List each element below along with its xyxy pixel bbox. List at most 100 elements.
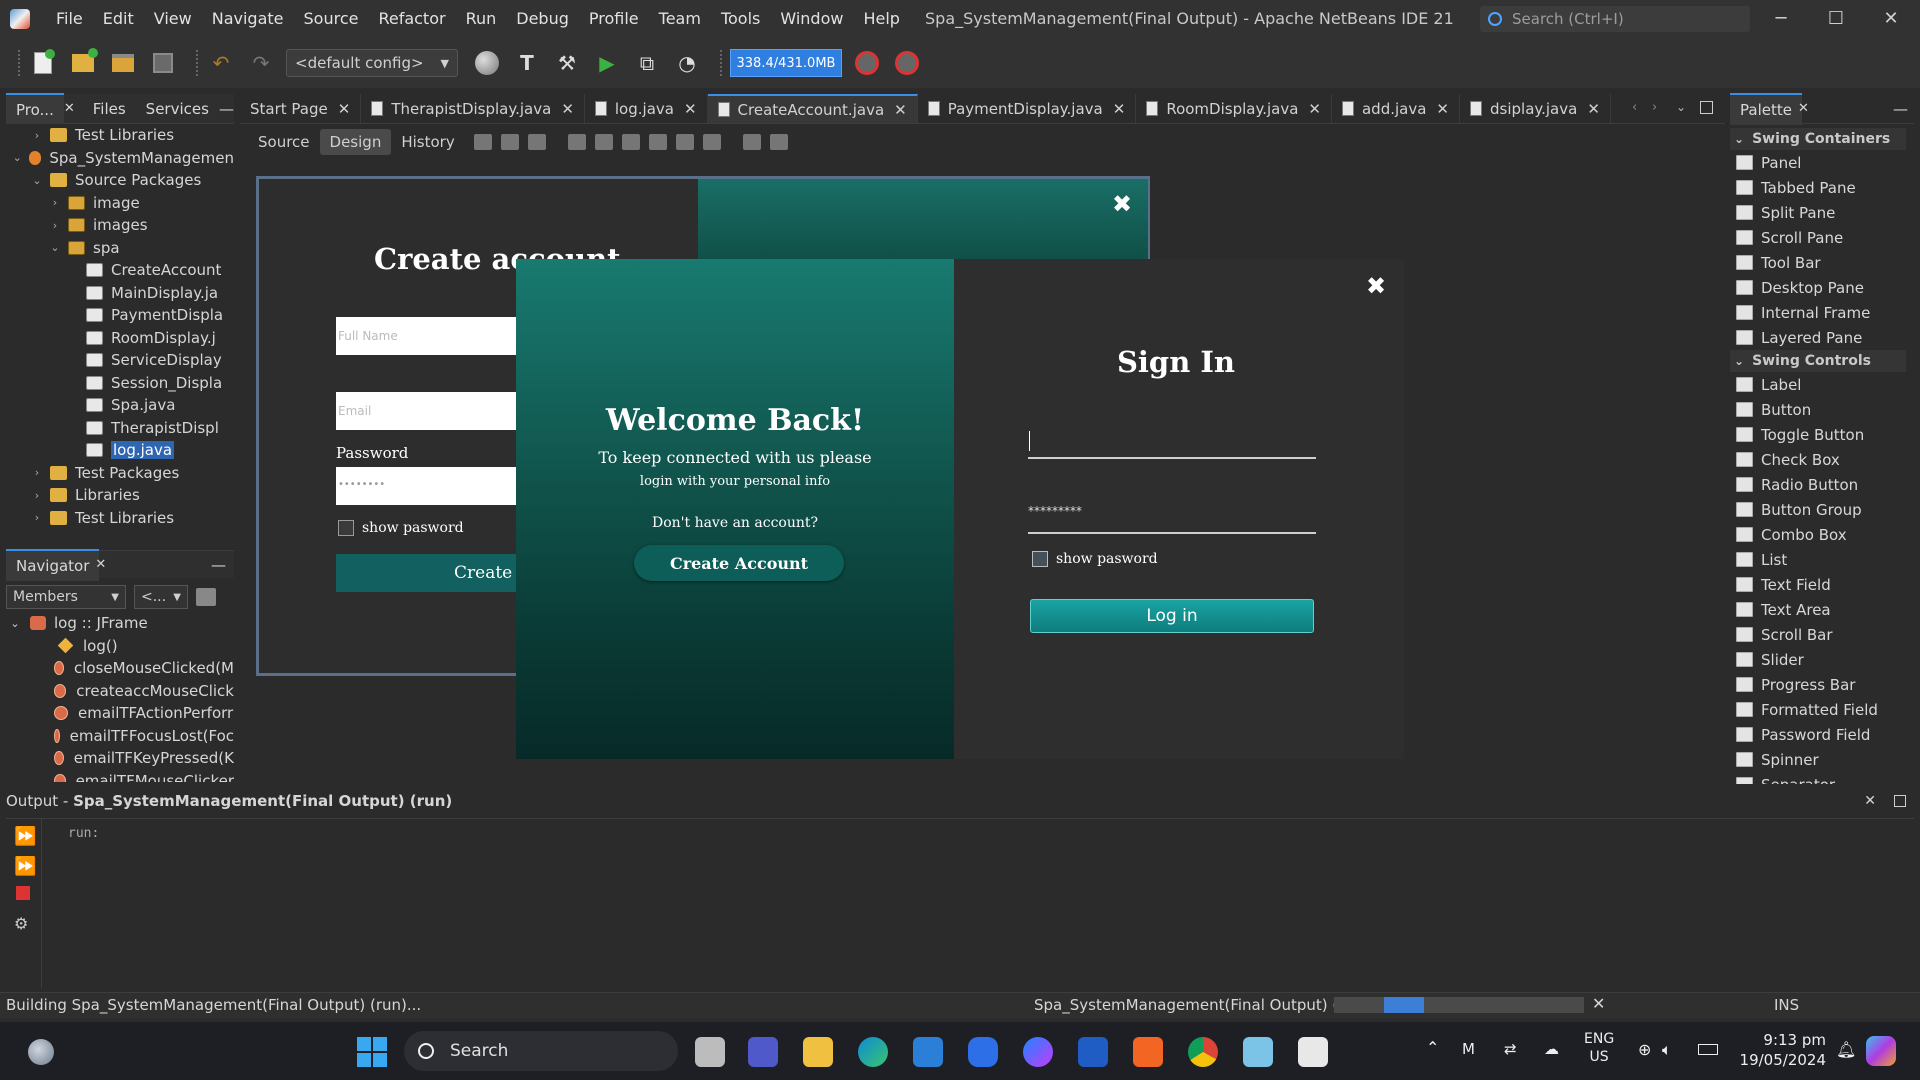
chevron-right-icon[interactable]: › bbox=[30, 489, 44, 502]
edge-icon[interactable] bbox=[858, 1037, 888, 1067]
navigator-member[interactable]: emailTFKeyPressed(K bbox=[6, 747, 234, 770]
palette-item[interactable]: Toggle Button bbox=[1730, 422, 1906, 447]
chevron-right-icon[interactable]: › bbox=[48, 219, 62, 232]
palette-item[interactable]: Button Group bbox=[1730, 497, 1906, 522]
new-file-button[interactable] bbox=[28, 48, 58, 78]
undo-button[interactable]: ↶ bbox=[206, 48, 236, 78]
chevron-right-icon[interactable]: › bbox=[30, 511, 44, 524]
close-icon[interactable]: ✕ bbox=[1436, 100, 1449, 118]
close-icon[interactable]: ✕ bbox=[1308, 100, 1321, 118]
palette-item[interactable]: Scroll Bar bbox=[1730, 622, 1906, 647]
palette-item[interactable]: Internal Frame bbox=[1730, 300, 1906, 325]
align-middle-icon[interactable] bbox=[702, 134, 721, 150]
align-top-icon[interactable] bbox=[648, 134, 667, 150]
tree-item[interactable]: ⌄ Source Packages bbox=[6, 169, 234, 192]
notification-icon[interactable]: 🔔︎ bbox=[1836, 1040, 1856, 1059]
tree-item[interactable]: TherapistDispl bbox=[6, 417, 234, 440]
messenger-icon[interactable] bbox=[1023, 1037, 1053, 1067]
menu-run[interactable]: Run bbox=[456, 0, 507, 38]
login-button[interactable]: Log in bbox=[1030, 599, 1314, 633]
editor-tab[interactable]: Start Page ✕ bbox=[240, 94, 362, 123]
save-all-button[interactable] bbox=[148, 48, 178, 78]
rerun-different-icon[interactable]: ⏩ bbox=[14, 856, 36, 877]
palette-item[interactable]: Formatted Field bbox=[1730, 697, 1906, 722]
preview-icon[interactable] bbox=[527, 134, 546, 150]
tray-app-icon[interactable]: Ⅿ bbox=[1462, 1040, 1475, 1058]
tab-services[interactable]: Services bbox=[136, 94, 219, 124]
palette-item[interactable]: Panel bbox=[1730, 150, 1906, 175]
palette-item[interactable]: Scroll Pane bbox=[1730, 225, 1906, 250]
xampp-icon[interactable] bbox=[1133, 1037, 1163, 1067]
windows-start-icon[interactable] bbox=[357, 1037, 387, 1067]
profile-button[interactable]: ◔ bbox=[672, 48, 702, 78]
chat-app-icon[interactable] bbox=[968, 1037, 998, 1067]
tab-files[interactable]: Files bbox=[83, 94, 136, 124]
navigator-member[interactable]: emailTFActionPerforr bbox=[6, 702, 234, 725]
clock[interactable]: 9:13 pm 19/05/2024 bbox=[1730, 1030, 1826, 1070]
build-button[interactable]: T bbox=[512, 48, 542, 78]
word-icon[interactable] bbox=[1078, 1037, 1108, 1067]
palette-item[interactable]: Check Box bbox=[1730, 447, 1906, 472]
file-explorer-icon[interactable] bbox=[803, 1037, 833, 1067]
chevron-down-icon[interactable]: ⌄ bbox=[12, 151, 23, 164]
password-field[interactable]: ********* bbox=[1028, 500, 1316, 534]
taskbar-search[interactable]: Search bbox=[404, 1031, 678, 1071]
palette-category[interactable]: ⌄ Swing Containers bbox=[1730, 128, 1906, 150]
minimize-panel-icon[interactable]: — bbox=[1893, 100, 1908, 118]
navigator-member[interactable]: createaccMouseClick bbox=[6, 680, 234, 703]
tree-item[interactable]: ⌄ Spa_SystemManagemen bbox=[6, 147, 234, 170]
tab-list-icon[interactable]: ⌄ bbox=[1676, 100, 1686, 114]
navigator-root[interactable]: ⌄ log :: JFrame bbox=[6, 612, 234, 635]
editor-tab[interactable]: log.java ✕ bbox=[585, 94, 708, 123]
menu-team[interactable]: Team bbox=[649, 0, 711, 38]
editor-tab[interactable]: CreateAccount.java ✕ bbox=[707, 94, 918, 123]
task-view-icon[interactable] bbox=[695, 1037, 725, 1067]
selection-mode-icon[interactable] bbox=[473, 134, 492, 150]
email-field[interactable]: Email bbox=[336, 392, 516, 430]
menu-tools[interactable]: Tools bbox=[711, 0, 770, 38]
menu-window[interactable]: Window bbox=[770, 0, 853, 38]
password-field[interactable]: •••••••• bbox=[336, 467, 516, 505]
tree-item[interactable]: PaymentDispla bbox=[6, 304, 234, 327]
tree-item[interactable]: log.java bbox=[6, 439, 234, 462]
chevron-right-icon[interactable]: › bbox=[48, 196, 62, 209]
teams-icon[interactable] bbox=[748, 1037, 778, 1067]
new-project-button[interactable] bbox=[68, 48, 98, 78]
palette-item[interactable]: Text Field bbox=[1730, 572, 1906, 597]
close-icon[interactable]: ✕ bbox=[338, 100, 351, 118]
tree-item[interactable]: ServiceDisplay bbox=[6, 349, 234, 372]
copilot-icon[interactable] bbox=[1866, 1036, 1896, 1066]
tree-item[interactable]: RoomDisplay.j bbox=[6, 327, 234, 350]
debug-button[interactable]: ⧉ bbox=[632, 48, 662, 78]
close-icon[interactable]: ✕ bbox=[64, 101, 75, 116]
cancel-task-icon[interactable]: ✕ bbox=[1592, 994, 1605, 1013]
palette-item[interactable]: Button bbox=[1730, 397, 1906, 422]
volume-icon[interactable]: 🔈︎ bbox=[1662, 1040, 1672, 1060]
menu-help[interactable]: Help bbox=[853, 0, 909, 38]
chevron-up-icon[interactable]: ⌃ bbox=[1426, 1038, 1439, 1057]
connection-mode-icon[interactable] bbox=[500, 134, 519, 150]
menu-source[interactable]: Source bbox=[294, 0, 369, 38]
navigator-options-icon[interactable] bbox=[196, 588, 216, 606]
menu-navigate[interactable]: Navigate bbox=[202, 0, 294, 38]
palette-item[interactable]: Spinner bbox=[1730, 747, 1906, 772]
minimize-panel-icon[interactable]: — bbox=[219, 100, 234, 118]
align-left-icon[interactable] bbox=[567, 134, 586, 150]
tree-item[interactable]: › image bbox=[6, 192, 234, 215]
tab-history[interactable]: History bbox=[391, 129, 464, 155]
palette-item[interactable]: Tabbed Pane bbox=[1730, 175, 1906, 200]
chevron-right-icon[interactable]: › bbox=[30, 466, 44, 479]
palette-item[interactable]: Tool Bar bbox=[1730, 250, 1906, 275]
maximize-button[interactable]: ☐ bbox=[1813, 0, 1859, 38]
close-window-button[interactable]: ✕ bbox=[1868, 0, 1914, 38]
navigator-member[interactable]: emailTFFocusLost(Foc bbox=[6, 725, 234, 748]
close-icon[interactable]: ✕ bbox=[894, 101, 907, 119]
tree-item[interactable]: › images bbox=[6, 214, 234, 237]
close-icon[interactable]: ✕ bbox=[1587, 100, 1600, 118]
stop-icon[interactable] bbox=[16, 886, 30, 900]
members-select[interactable]: Members ▼ bbox=[6, 585, 126, 609]
scope-select[interactable]: <... ▼ bbox=[134, 585, 188, 609]
palette-item[interactable]: Combo Box bbox=[1730, 522, 1906, 547]
battery-icon[interactable] bbox=[1698, 1044, 1718, 1055]
menu-debug[interactable]: Debug bbox=[506, 0, 579, 38]
